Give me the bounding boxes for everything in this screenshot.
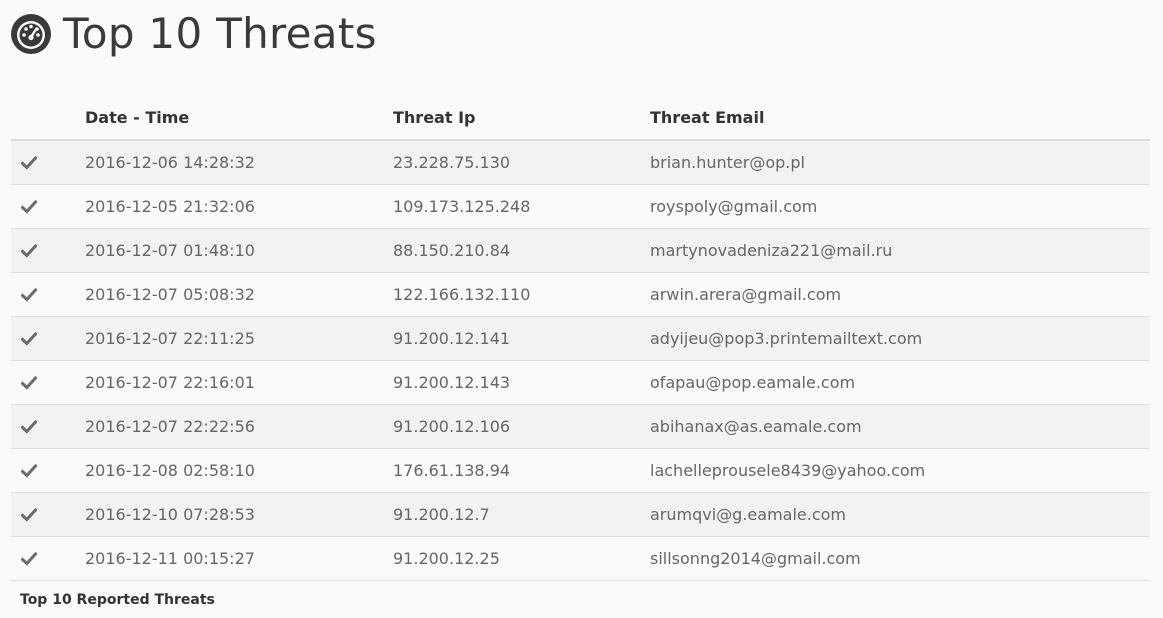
row-status-cell <box>11 536 85 581</box>
check-icon <box>21 507 37 522</box>
row-threat-email: brian.hunter@op.pl <box>650 140 1150 185</box>
row-threat-email: adyijeu@pop3.printemailtext.com <box>650 316 1150 361</box>
check-icon <box>21 551 37 566</box>
table-row: 2016-12-07 05:08:32 122.166.132.110 arwin.… <box>11 272 1150 317</box>
check-icon <box>21 463 37 478</box>
column-header-threat-email: Threat Email <box>650 96 1150 141</box>
table-row: 2016-12-07 22:11:25 91.200.12.141 adyijeu@… <box>11 316 1150 361</box>
row-threat-email: royspoly@gmail.com <box>650 184 1150 229</box>
row-threat-email: ofapau@pop.eamale.com <box>650 360 1150 405</box>
row-date-time: 2016-12-11 00:15:27 <box>85 536 393 581</box>
row-date-time: 2016-12-07 22:11:25 <box>85 316 393 361</box>
threats-table-body: 2016-12-06 14:28:32 23.228.75.130 brian.hu… <box>11 140 1150 581</box>
dashboard-gauge-icon <box>11 14 51 54</box>
row-date-time: 2016-12-07 22:22:56 <box>85 404 393 449</box>
row-date-time: 2016-12-07 22:16:01 <box>85 360 393 405</box>
check-icon <box>21 419 37 434</box>
column-header-status <box>11 96 85 141</box>
row-threat-ip: 91.200.12.141 <box>393 316 650 361</box>
row-threat-ip: 23.228.75.130 <box>393 140 650 185</box>
row-threat-ip: 91.200.12.25 <box>393 536 650 581</box>
row-status-cell <box>11 140 85 185</box>
table-row: 2016-12-07 22:16:01 91.200.12.143 ofapau@p… <box>11 360 1150 405</box>
row-status-cell <box>11 184 85 229</box>
row-status-cell <box>11 448 85 493</box>
table-row: 2016-12-06 14:28:32 23.228.75.130 brian.hu… <box>11 140 1150 185</box>
check-icon <box>21 287 37 302</box>
page: Top 10 Threats Date - Time Threat Ip Thr… <box>0 0 1163 618</box>
row-status-cell <box>11 492 85 537</box>
column-header-date-time: Date - Time <box>85 96 393 141</box>
row-date-time: 2016-12-07 05:08:32 <box>85 272 393 317</box>
table-row: 2016-12-07 01:48:10 88.150.210.84 martynov… <box>11 228 1150 273</box>
row-threat-email: arumqvi@g.eamale.com <box>650 492 1150 537</box>
check-icon <box>21 199 37 214</box>
table-row: 2016-12-10 07:28:53 91.200.12.7 arumqvi@g.… <box>11 492 1150 537</box>
row-status-cell <box>11 228 85 273</box>
row-threat-ip: 91.200.12.106 <box>393 404 650 449</box>
row-threat-ip: 88.150.210.84 <box>393 228 650 273</box>
row-date-time: 2016-12-05 21:32:06 <box>85 184 393 229</box>
row-date-time: 2016-12-06 14:28:32 <box>85 140 393 185</box>
row-date-time: 2016-12-10 07:28:53 <box>85 492 393 537</box>
table-caption: Top 10 Reported Threats <box>20 592 215 608</box>
row-threat-email: arwin.arera@gmail.com <box>650 272 1150 317</box>
check-icon <box>21 375 37 390</box>
page-title: Top 10 Threats <box>63 9 377 58</box>
row-threat-email: sillsonng2014@gmail.com <box>650 536 1150 581</box>
row-threat-ip: 91.200.12.143 <box>393 360 650 405</box>
check-icon <box>21 243 37 258</box>
row-status-cell <box>11 316 85 361</box>
row-threat-email: abihanax@as.eamale.com <box>650 404 1150 449</box>
column-header-threat-ip: Threat Ip <box>393 96 650 141</box>
row-date-time: 2016-12-07 01:48:10 <box>85 228 393 273</box>
row-threat-email: martynovadeniza221@mail.ru <box>650 228 1150 273</box>
row-status-cell <box>11 404 85 449</box>
page-header: Top 10 Threats <box>10 8 377 60</box>
threats-table: Date - Time Threat Ip Threat Email 2016-… <box>11 96 1150 581</box>
row-threat-ip: 176.61.138.94 <box>393 448 650 493</box>
table-row: 2016-12-07 22:22:56 91.200.12.106 abihanax… <box>11 404 1150 449</box>
row-threat-ip: 109.173.125.248 <box>393 184 650 229</box>
table-header-row: Date - Time Threat Ip Threat Email <box>11 96 1150 141</box>
row-threat-ip: 122.166.132.110 <box>393 272 650 317</box>
row-status-cell <box>11 360 85 405</box>
check-icon <box>21 331 37 346</box>
row-date-time: 2016-12-08 02:58:10 <box>85 448 393 493</box>
table-row: 2016-12-11 00:15:27 91.200.12.25 sillsonng… <box>11 536 1150 581</box>
check-icon <box>21 155 37 170</box>
table-row: 2016-12-08 02:58:10 176.61.138.94 lachelle… <box>11 448 1150 493</box>
row-threat-email: lachelleprousele8439@yahoo.com <box>650 448 1150 493</box>
row-status-cell <box>11 272 85 317</box>
table-row: 2016-12-05 21:32:06 109.173.125.248 royspo… <box>11 184 1150 229</box>
row-threat-ip: 91.200.12.7 <box>393 492 650 537</box>
